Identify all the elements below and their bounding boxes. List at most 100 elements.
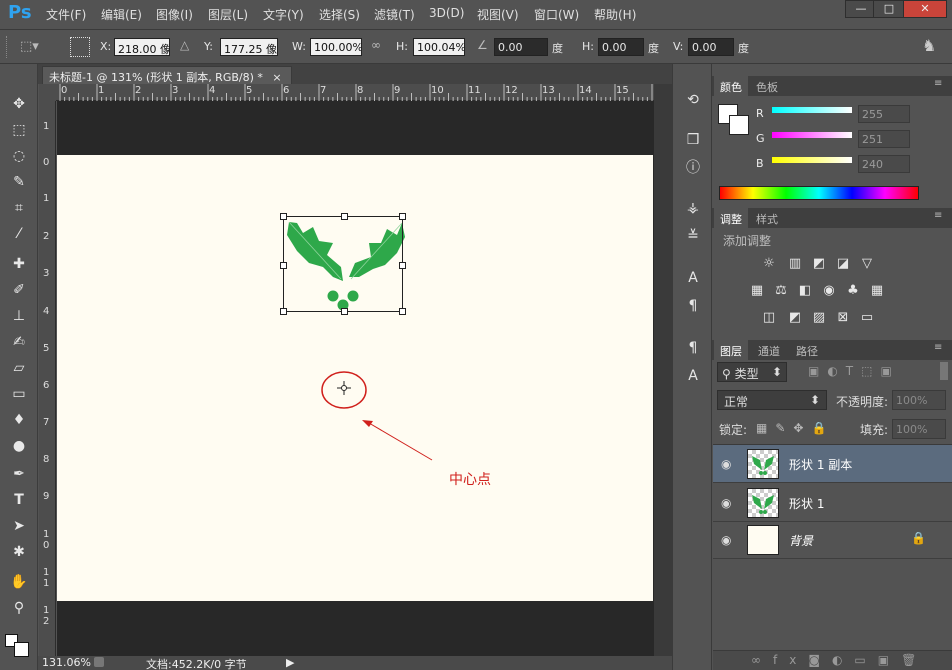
tab-adjustments[interactable]: 调整 — [714, 208, 748, 228]
fill-field[interactable]: 100% — [892, 419, 946, 439]
layer-row[interactable]: ◉ 形状 1 — [713, 484, 952, 522]
healing-tool-icon[interactable]: ✚ — [8, 254, 30, 274]
h-field[interactable]: 100.04% — [413, 38, 465, 56]
info-panel-icon[interactable]: ⓘ — [683, 158, 703, 178]
dodge-tool-icon[interactable]: ● — [8, 436, 30, 456]
w-field[interactable]: 100.00% — [310, 38, 362, 56]
layer-filter-icons[interactable]: ▣◐T⬚▣ — [808, 364, 900, 378]
eye-icon[interactable]: ◉ — [721, 457, 731, 471]
paragraph-panel-icon[interactable]: ¶ — [683, 296, 703, 316]
menu-3d[interactable]: 3D(D) — [429, 6, 464, 20]
photo-filter-icon[interactable]: ◉ — [820, 283, 838, 299]
stamp-tool-icon[interactable]: ⊥ — [8, 306, 30, 326]
blur-tool-icon[interactable]: ♦ — [8, 410, 30, 430]
status-menu-arrow-icon[interactable]: ▶ — [286, 656, 294, 669]
menu-edit[interactable]: 编辑(E) — [101, 6, 142, 23]
selective-color-icon[interactable]: ▭ — [858, 310, 876, 326]
menu-view[interactable]: 视图(V) — [477, 6, 519, 23]
color-balance-icon[interactable]: ⚖ — [772, 283, 790, 299]
g-slider[interactable] — [772, 132, 852, 138]
document-tab[interactable]: 未标题-1 @ 131% (形状 1 副本, RGB/8) * × — [42, 66, 292, 84]
zoom-tool-icon[interactable]: ⚲ — [8, 598, 30, 618]
layer-row[interactable]: ◉ 形状 1 副本 — [713, 445, 952, 483]
menu-file[interactable]: 文件(F) — [46, 6, 86, 23]
brush-panel-icon[interactable]: ⚶ — [683, 198, 703, 218]
hue-saturation-icon[interactable]: ▦ — [748, 283, 766, 299]
paragraph-styles-icon[interactable]: ¶ — [683, 338, 703, 358]
menu-layer[interactable]: 图层(L) — [208, 6, 248, 23]
menu-filter[interactable]: 滤镜(T) — [374, 6, 415, 23]
center-point-icon[interactable] — [337, 381, 351, 395]
horizontal-ruler[interactable]: 0 1 2 3 4 5 6 7 8 9 10 11 12 13 14 15 — [56, 84, 654, 101]
tab-color[interactable]: 颜色 — [714, 76, 748, 96]
maximize-button[interactable]: □ — [873, 0, 905, 18]
lasso-tool-icon[interactable]: ◌ — [8, 146, 30, 166]
menu-window[interactable]: 窗口(W) — [534, 6, 579, 23]
angle-field[interactable]: 0.00 — [494, 38, 548, 56]
pen-tool-icon[interactable]: ✒ — [8, 464, 30, 484]
gradient-map-icon[interactable]: ⊠ — [834, 310, 852, 326]
eye-icon[interactable]: ◉ — [721, 533, 731, 547]
r-value[interactable]: 255 — [858, 105, 910, 123]
color-lookup-icon[interactable]: ▦ — [868, 283, 886, 299]
menu-select[interactable]: 选择(S) — [319, 6, 360, 23]
filter-toggle[interactable] — [940, 362, 948, 380]
path-select-tool-icon[interactable]: ➤ — [8, 516, 30, 536]
lock-icons[interactable]: ▦✎✥🔒 — [756, 421, 834, 435]
vibrance-icon[interactable]: ▽ — [858, 256, 876, 272]
layer-row[interactable]: ◉ 背景 🔒 — [713, 521, 952, 559]
move-tool-icon[interactable]: ✥ — [8, 94, 30, 114]
character-panel-icon[interactable]: A — [683, 268, 703, 288]
b-slider[interactable] — [772, 157, 852, 163]
background-color-chip[interactable] — [729, 115, 749, 135]
y-field[interactable]: 177.25 像 — [220, 38, 278, 56]
threshold-icon[interactable]: ▨ — [810, 310, 828, 326]
hand-tool-icon[interactable]: ✋ — [8, 572, 30, 592]
layers-footer-icons[interactable]: ∞fx◙◐▭▣🗑 — [751, 653, 928, 667]
exposure-icon[interactable]: ◪ — [834, 256, 852, 272]
black-white-icon[interactable]: ◧ — [796, 283, 814, 299]
menu-type[interactable]: 文字(Y) — [263, 6, 304, 23]
tab-swatches[interactable]: 色板 — [750, 76, 784, 96]
quick-select-tool-icon[interactable]: ✎ — [8, 172, 30, 192]
levels-icon[interactable]: ▥ — [786, 256, 804, 272]
brush-presets-icon[interactable]: ≚ — [683, 226, 703, 246]
tab-close-icon[interactable]: × — [272, 71, 281, 84]
g-value[interactable]: 251 — [858, 130, 910, 148]
panel-menu-icon[interactable]: ≡ — [934, 210, 942, 221]
type-tool-icon[interactable]: T — [8, 490, 30, 510]
b-value[interactable]: 240 — [858, 155, 910, 173]
crop-tool-icon[interactable]: ⌗ — [8, 198, 30, 218]
shape-tool-icon[interactable]: ✱ — [8, 542, 30, 562]
holly-shape[interactable] — [287, 221, 405, 311]
tab-paths[interactable]: 路径 — [790, 340, 824, 360]
r-slider[interactable] — [772, 107, 852, 113]
x-field[interactable]: 218.00 像 — [114, 38, 170, 56]
history-panel-icon[interactable]: ⟲ — [683, 90, 703, 110]
vertical-scrollbar[interactable] — [654, 84, 672, 656]
brightness-icon[interactable]: ☼ — [760, 256, 778, 272]
background-swatch[interactable] — [14, 642, 29, 657]
opacity-field[interactable]: 100% — [892, 390, 946, 410]
zoom-level[interactable]: 131.06% — [42, 656, 91, 669]
gradient-tool-icon[interactable]: ▭ — [8, 384, 30, 404]
panel-menu-icon[interactable]: ≡ — [934, 78, 942, 89]
character-styles-icon[interactable]: A — [683, 366, 703, 386]
3d-panel-icon[interactable]: ❒ — [683, 130, 703, 150]
posterize-icon[interactable]: ◩ — [786, 310, 804, 326]
marquee-tool-icon[interactable]: ⬚ — [8, 120, 30, 140]
panel-menu-icon[interactable]: ≡ — [934, 342, 942, 353]
curves-icon[interactable]: ◩ — [810, 256, 828, 272]
channel-mixer-icon[interactable]: ♣ — [844, 283, 862, 299]
eraser-tool-icon[interactable]: ▱ — [8, 358, 30, 378]
reference-point-icon[interactable] — [70, 37, 90, 57]
tab-styles[interactable]: 样式 — [750, 208, 784, 228]
tab-channels[interactable]: 通道 — [752, 340, 786, 360]
layer-filter-select[interactable]: ⚲ 类型 ⬍ — [717, 362, 787, 382]
link-icon[interactable]: ∞ — [371, 38, 381, 52]
status-info-icon[interactable] — [94, 657, 104, 667]
vskew-field[interactable]: 0.00 — [688, 38, 734, 56]
brush-tool-icon[interactable]: ✐ — [8, 280, 30, 300]
eye-icon[interactable]: ◉ — [721, 496, 731, 510]
hskew-field[interactable]: 0.00 — [598, 38, 644, 56]
